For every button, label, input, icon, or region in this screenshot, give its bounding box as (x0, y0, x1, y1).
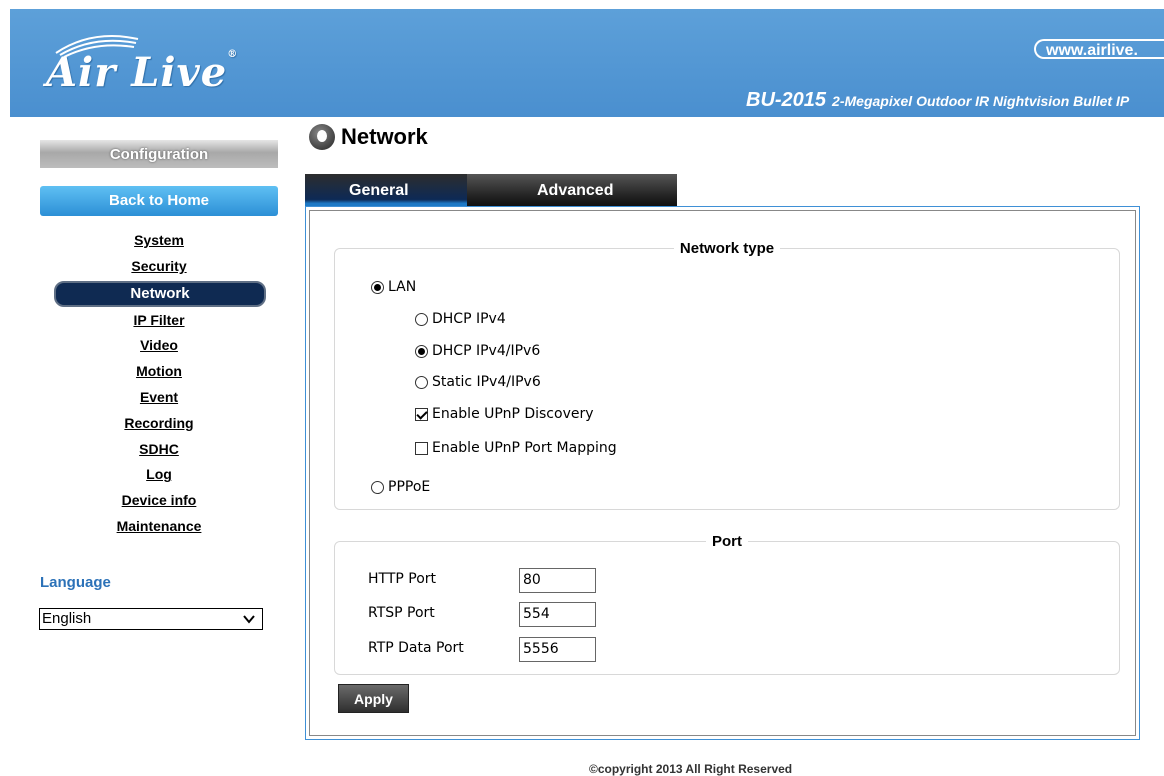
sidebar-item-ip-filter[interactable]: IP Filter (40, 309, 278, 335)
dhcp-ipv4-ipv6-label: DHCP IPv4/IPv6 (432, 343, 541, 359)
back-to-home-button[interactable]: Back to Home (40, 186, 278, 216)
sidebar-item-log[interactable]: Log (40, 463, 278, 489)
sidebar-item-video[interactable]: Video (40, 334, 278, 360)
rtp-port-label: RTP Data Port (368, 640, 464, 656)
chevron-down-icon (243, 615, 255, 624)
static-option[interactable]: Static IPv4/IPv6 (415, 374, 541, 390)
rtsp-port-label: RTSP Port (368, 605, 435, 621)
http-port-input[interactable]: 80 (519, 568, 596, 593)
pppoe-label: PPPoE (388, 479, 431, 495)
upnp-discovery-option[interactable]: Enable UPnP Discovery (415, 406, 594, 422)
upnp-port-mapping-option[interactable]: Enable UPnP Port Mapping (415, 440, 617, 456)
port-legend: Port (712, 533, 742, 550)
http-port-label: HTTP Port (368, 571, 437, 587)
tab-general[interactable]: General (305, 174, 467, 206)
model-description: 2-Megapixel Outdoor IR Nightvision Bulle… (832, 93, 1130, 109)
upnp-port-mapping-checkbox[interactable] (415, 441, 428, 455)
language-title: Language (40, 574, 111, 591)
language-value: English (42, 610, 92, 627)
rtp-port-input[interactable]: 5556 (519, 637, 596, 662)
brand-logo: Air Live® (46, 49, 239, 96)
sidebar-item-device-info[interactable]: Device info (40, 489, 278, 515)
network-icon (309, 124, 335, 150)
lan-option[interactable]: LAN (371, 279, 416, 295)
upnp-discovery-label: Enable UPnP Discovery (432, 406, 594, 422)
pppoe-radio[interactable] (371, 480, 384, 494)
website-link[interactable]: www.airlive. (1034, 39, 1164, 59)
upnp-port-mapping-label: Enable UPnP Port Mapping (432, 440, 617, 456)
sidebar-item-event[interactable]: Event (40, 386, 278, 412)
language-select[interactable]: English (39, 608, 263, 630)
sidebar-item-sdhc[interactable]: SDHC (40, 438, 278, 464)
lan-label: LAN (388, 279, 417, 295)
model-title: BU-2015 2-Megapixel Outdoor IR Nightvisio… (746, 89, 1164, 112)
dhcp-ipv4-label: DHCP IPv4 (432, 311, 506, 327)
sidebar-item-system[interactable]: System (40, 229, 278, 255)
sidebar-item-network[interactable]: Network (54, 280, 266, 307)
static-label: Static IPv4/IPv6 (432, 374, 541, 390)
dhcp-ipv4-ipv6-option[interactable]: DHCP IPv4/IPv6 (415, 343, 540, 359)
sidebar-item-motion[interactable]: Motion (40, 360, 278, 386)
dhcp-ipv4-option[interactable]: DHCP IPv4 (415, 311, 506, 327)
sidebar-item-security[interactable]: Security (40, 255, 278, 281)
apply-button[interactable]: Apply (338, 684, 409, 713)
page-title-text: Network (341, 124, 428, 149)
page-title: Network (309, 124, 428, 150)
network-type-legend: Network type (679, 240, 775, 257)
dhcp-ipv4-ipv6-radio[interactable] (415, 344, 428, 358)
configuration-header: Configuration (40, 140, 278, 168)
model-number: BU-2015 (746, 89, 827, 111)
tab-advanced[interactable]: Advanced (467, 174, 677, 206)
pppoe-option[interactable]: PPPoE (371, 479, 430, 495)
tab-bar: General Advanced (305, 174, 677, 206)
header-banner: Air Live® www.airlive. BU-2015 2-Megapixe… (10, 9, 1164, 117)
rtsp-port-input[interactable]: 554 (519, 602, 596, 627)
upnp-discovery-checkbox[interactable] (415, 407, 428, 421)
static-radio[interactable] (415, 375, 428, 389)
sidebar-item-maintenance[interactable]: Maintenance (40, 515, 278, 541)
copyright-text: ©copyright 2013 All Right Reserved (589, 762, 793, 776)
lan-radio[interactable] (371, 280, 384, 294)
dhcp-ipv4-radio[interactable] (415, 312, 428, 326)
sidebar-menu: System Security Network IP Filter Video … (40, 229, 278, 541)
sidebar-item-recording[interactable]: Recording (40, 412, 278, 438)
